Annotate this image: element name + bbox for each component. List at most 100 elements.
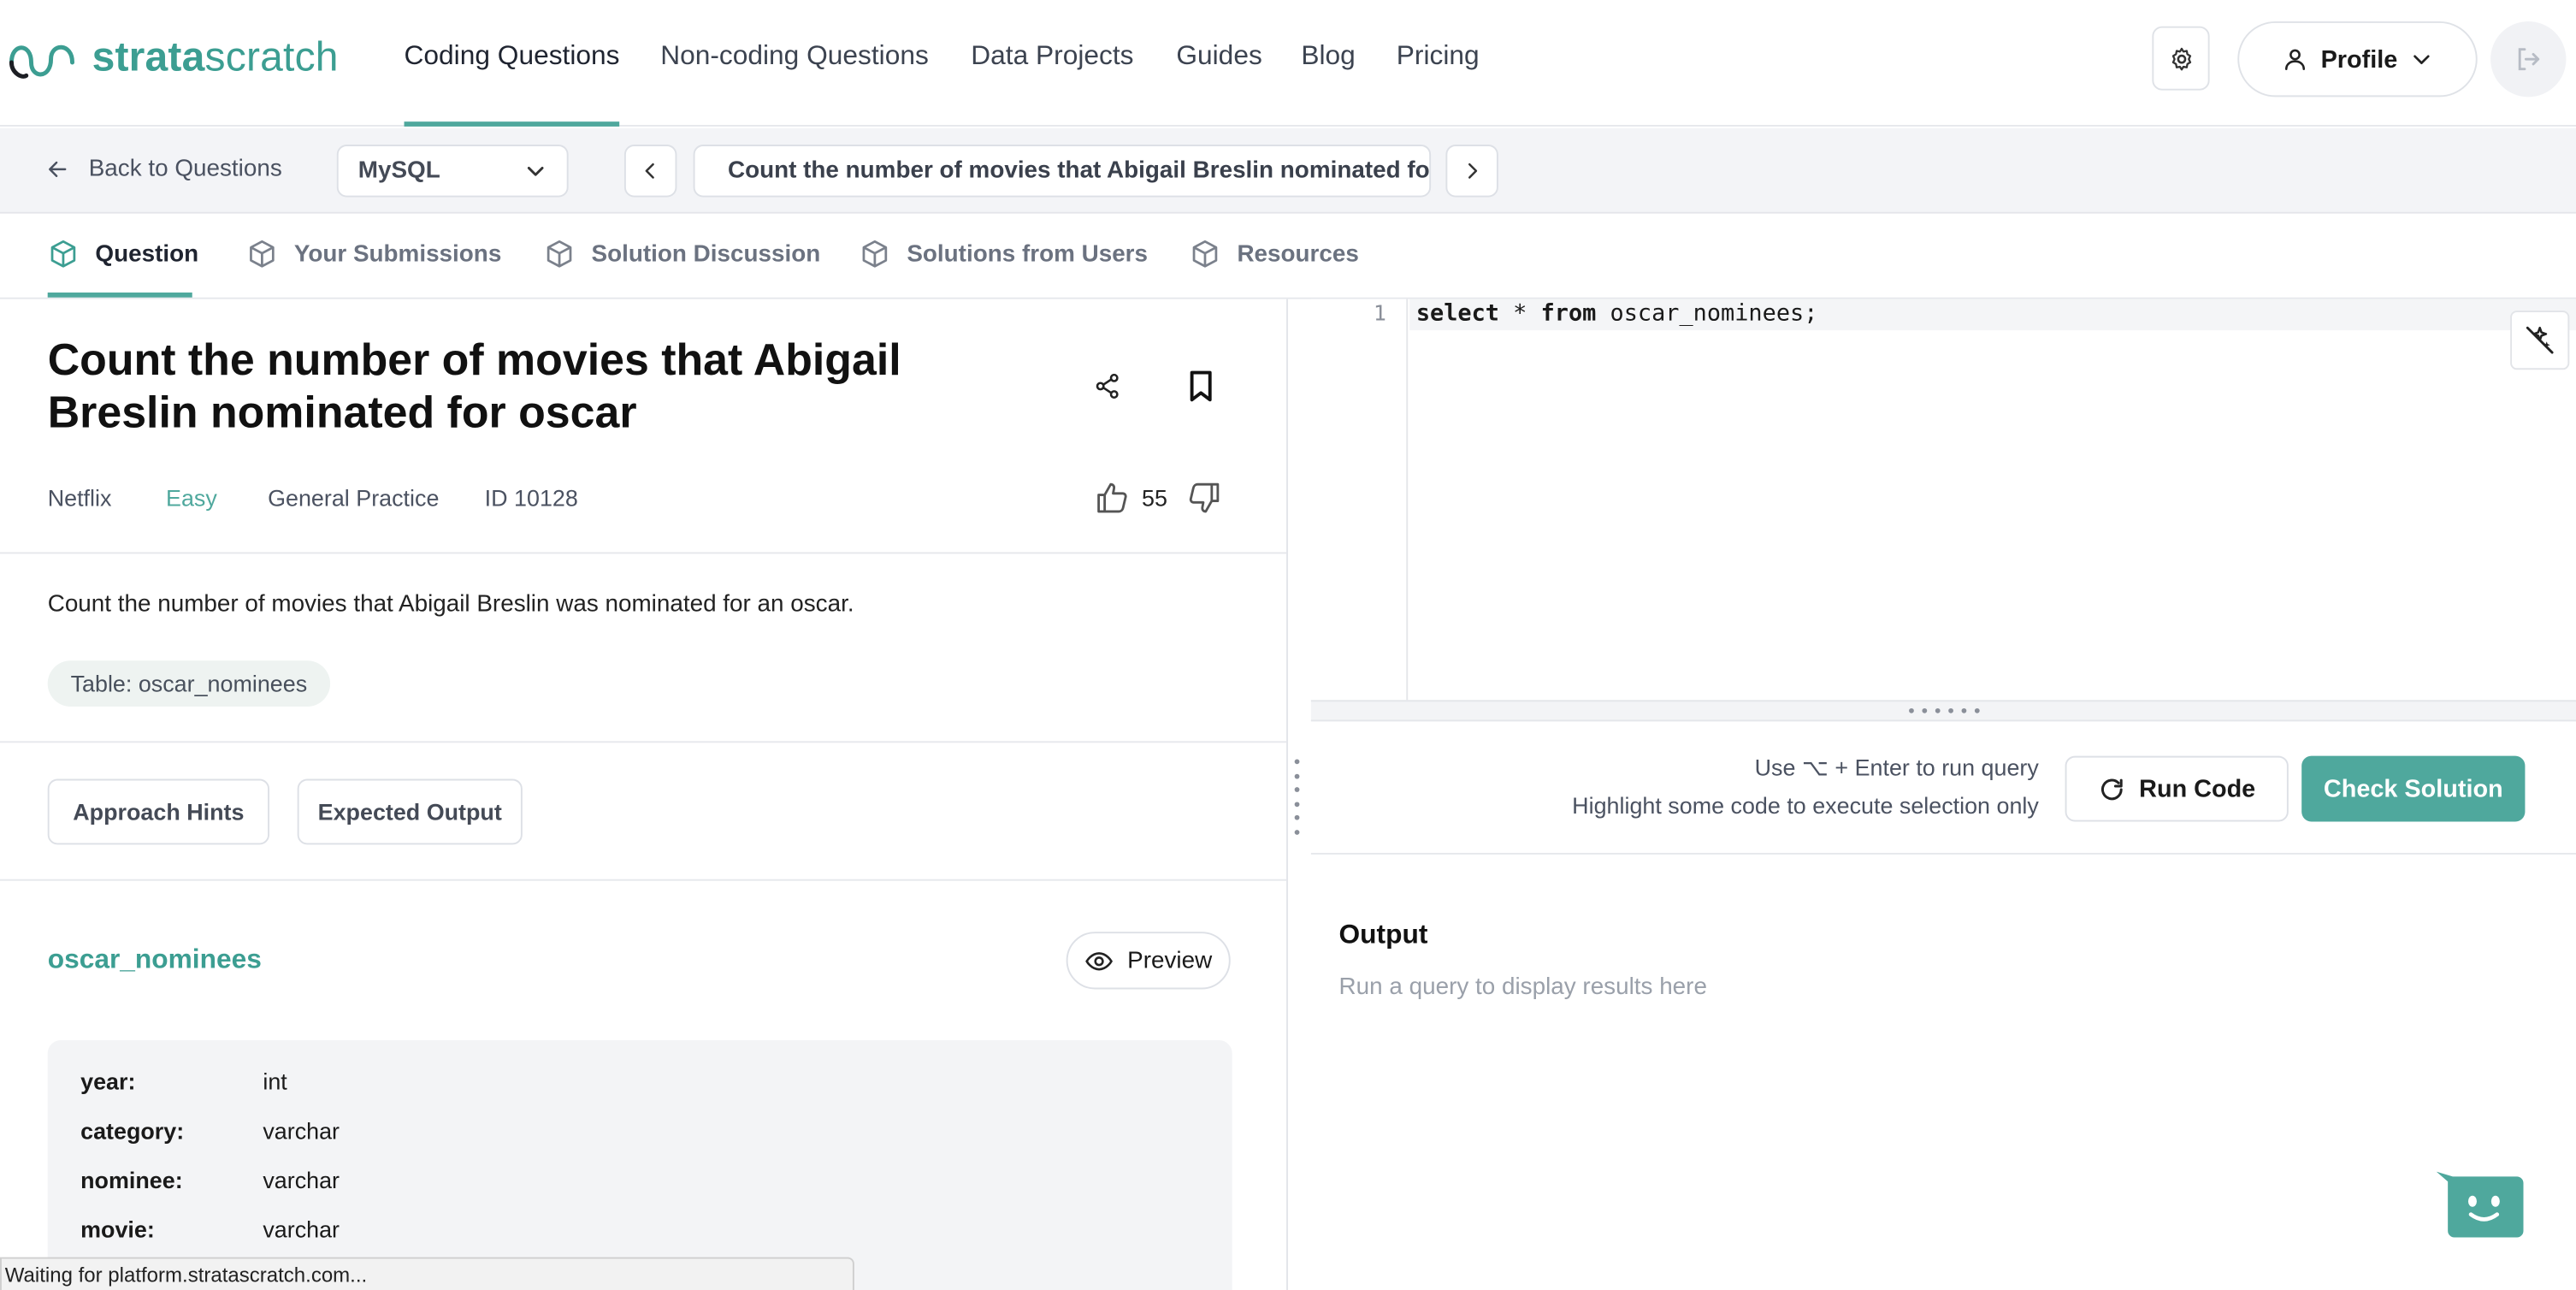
tab-solution-discussion[interactable]: Solution Discussion [544,239,820,269]
logo-text-light: scratch [204,33,339,80]
nav-blog[interactable]: Blog [1301,41,1355,72]
settings-button[interactable] [2152,26,2210,91]
code-keyword-select: select [1415,300,1499,328]
nav-coding-questions[interactable]: Coding Questions [405,41,620,72]
schema-column-type: int [263,1068,287,1095]
schema-column-name: category: [80,1117,185,1145]
run-shortcut-hint: Use ⌥ + Enter to run query [1754,754,2039,781]
expected-output-label: Expected Output [317,798,502,825]
cube-icon [250,240,275,268]
schema-column-type: varchar [263,1216,340,1243]
schema-table-name: oscar_nominees [47,944,262,975]
cube-icon [547,240,572,268]
code-editor[interactable] [1310,299,2576,701]
pane-resize-handle[interactable] [1294,759,1302,835]
eye-icon [1085,951,1114,970]
divider [0,552,1287,554]
nav-active-indicator [404,121,620,127]
check-solution-label: Check Solution [2323,774,2503,803]
preview-label: Preview [1127,947,1213,974]
schema-column-type: varchar [263,1117,340,1145]
share-icon [1096,373,1119,399]
logo-text-strong: strata [92,33,205,80]
autocomplete-toggle-button[interactable] [2510,311,2570,370]
tab-solution-discussion-label: Solution Discussion [591,240,821,268]
approach-hints-button[interactable]: Approach Hints [47,778,270,845]
question-title-selector-text: Count the number of movies that Abigail … [727,157,1430,185]
logo[interactable]: stratascratch [7,30,339,86]
chevron-right-icon [1468,163,1478,179]
downvote-button[interactable] [1186,480,1222,516]
refresh-icon [2101,778,2123,800]
thumbs-down-icon [1189,482,1220,513]
run-code-button[interactable]: Run Code [2065,755,2289,822]
code-keyword-from: from [1540,300,1597,328]
next-question-button[interactable] [1445,145,1498,198]
output-empty-message: Run a query to display results here [1338,974,1707,1001]
arrow-left-icon [49,161,67,177]
thumbs-up-icon [1097,482,1127,513]
tab-solutions-from-users[interactable]: Solutions from Users [860,239,1148,269]
tab-your-submissions[interactable]: Your Submissions [246,239,501,269]
run-code-label: Run Code [2139,774,2256,803]
editor-resize-handle[interactable] [1310,700,2576,722]
expected-output-button[interactable]: Expected Output [297,778,523,845]
logout-button[interactable] [2490,21,2567,98]
schema-panel: year: int category: varchar nominee: var… [47,1039,1232,1290]
tab-resources[interactable]: Resources [1190,239,1359,269]
tab-question[interactable]: Question [48,239,198,269]
table-chip-label: Table: oscar_nominees [70,670,308,697]
divider [0,741,1287,743]
logo-icon [9,44,75,79]
divider [1310,852,2576,855]
logout-icon [2518,48,2540,71]
nav-guides[interactable]: Guides [1176,41,1261,72]
schema-column-name: nominee: [80,1166,183,1193]
run-selection-hint: Highlight some code to execute selection… [1572,791,2039,819]
bookmark-button[interactable] [1183,368,1219,404]
code-identifier: oscar_nominees; [1596,300,1818,328]
approach-hints-label: Approach Hints [73,798,245,825]
divider [0,879,1287,881]
cube-icon [50,240,76,268]
cube-icon [1192,240,1218,268]
tab-solutions-from-users-label: Solutions from Users [907,240,1149,268]
previous-question-button[interactable] [623,145,677,198]
profile-button[interactable]: Profile [2237,21,2478,98]
tab-question-label: Question [95,240,199,268]
code-line[interactable]: select * from oscar_nominees; [1416,301,1818,328]
chat-widget-button[interactable] [2433,1171,2526,1240]
user-icon [2284,49,2305,70]
language-value: MySQL [357,157,440,185]
code-operator: * [1498,300,1541,328]
language-select[interactable]: MySQL [336,145,569,198]
chevron-down-icon [527,166,544,176]
back-to-questions-link[interactable]: Back to Questions [46,156,282,182]
bookmark-icon [1190,370,1212,402]
nav-pricing[interactable]: Pricing [1397,41,1480,72]
tab-resources-label: Resources [1237,240,1359,268]
nav-non-coding-questions[interactable]: Non-coding Questions [660,41,929,72]
preview-button[interactable]: Preview [1066,932,1231,990]
line-gutter [1311,299,1409,701]
share-button[interactable] [1090,370,1123,402]
category-label: General Practice [268,484,440,512]
difficulty-label: Easy [166,484,217,512]
question-title: Count the number of movies that Abigail … [47,334,901,437]
question-id: ID 10128 [484,484,578,512]
question-title-selector[interactable]: Count the number of movies that Abigail … [693,145,1432,198]
vote-count: 55 [1142,484,1167,512]
tab-your-submissions-label: Your Submissions [293,240,502,268]
tab-active-indicator [47,292,192,298]
check-solution-button[interactable]: Check Solution [2301,755,2526,822]
gear-icon [2171,46,2191,70]
company-label: Netflix [47,484,112,512]
output-title: Output [1338,920,1428,950]
upvote-button[interactable] [1094,480,1130,516]
schema-column-name: year: [80,1068,136,1095]
line-number: 1 [1373,302,1386,328]
magic-off-icon [2526,326,2554,354]
nav-data-projects[interactable]: Data Projects [971,41,1133,72]
chevron-left-icon [645,163,654,179]
browser-status-bar: Waiting for platform.stratascratch.com..… [0,1257,854,1290]
